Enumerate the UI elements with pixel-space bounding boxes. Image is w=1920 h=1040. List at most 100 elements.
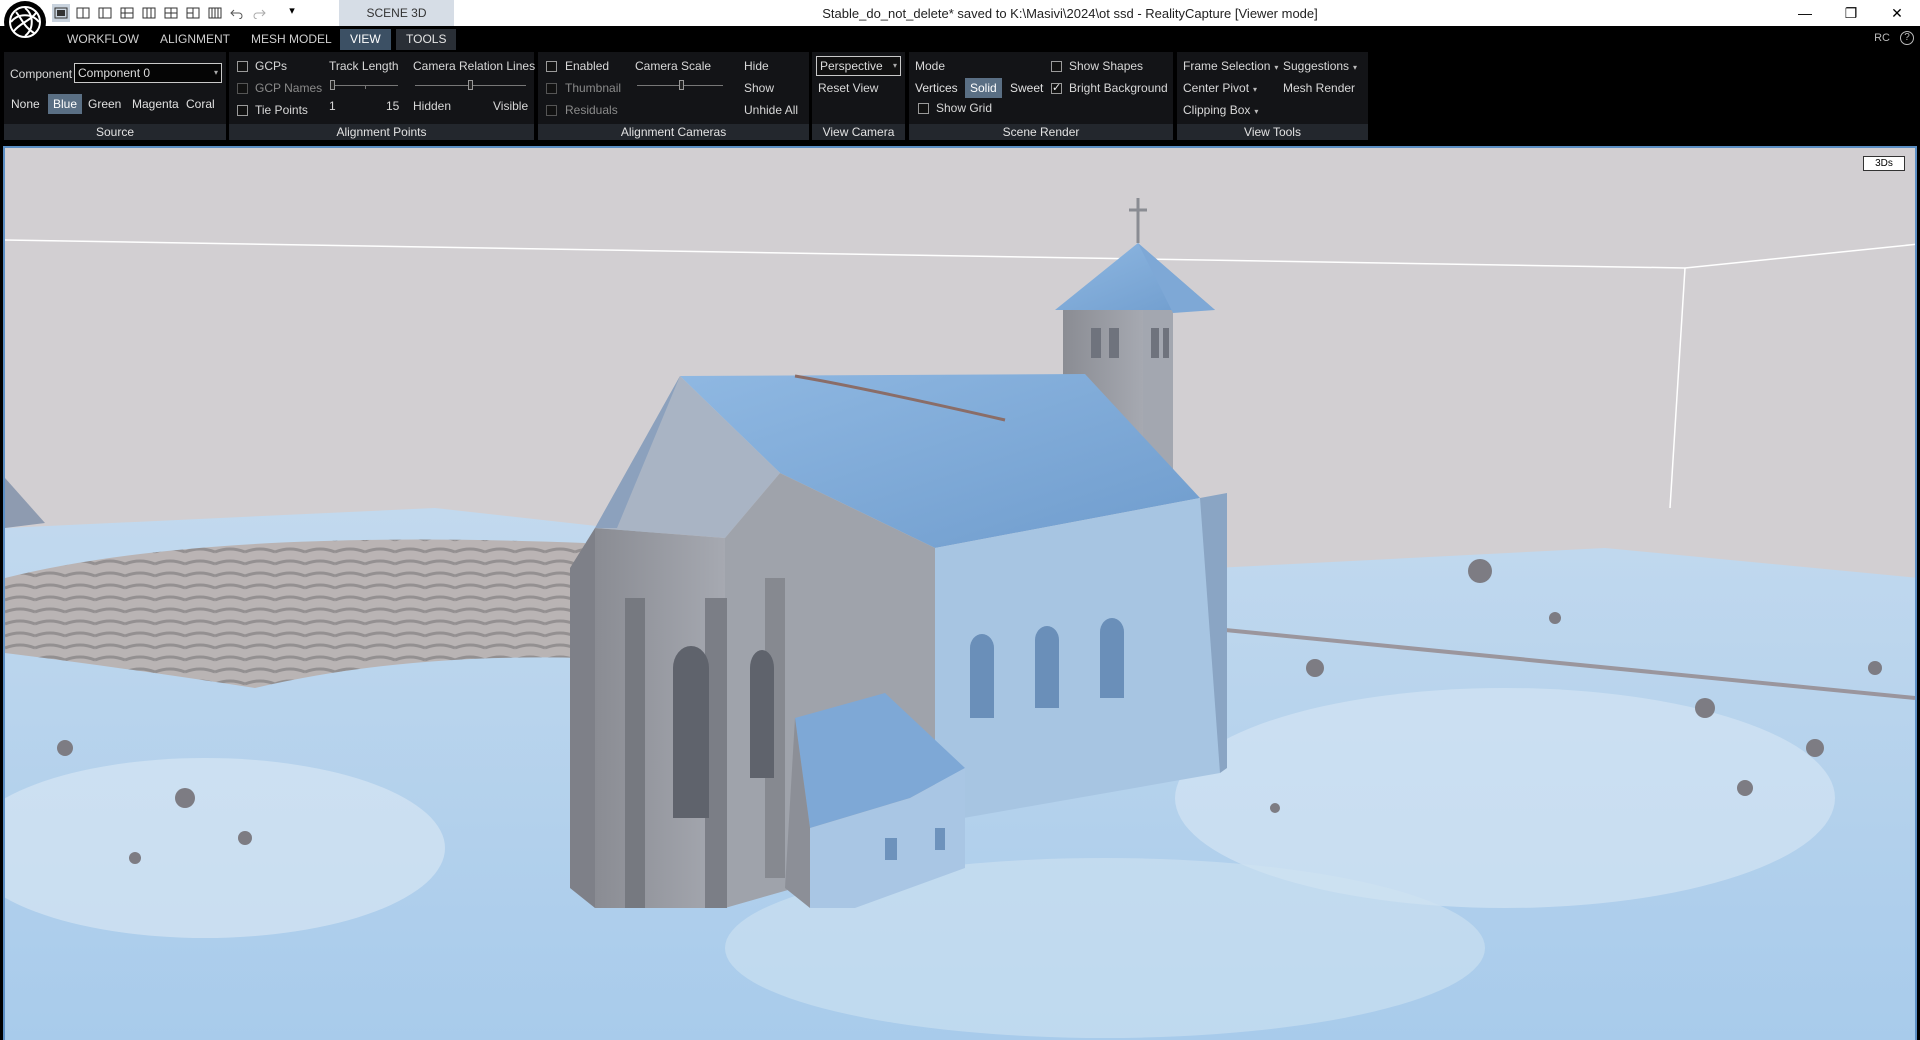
quick-access-toolbar xyxy=(52,4,268,22)
clipping-box-label: Clipping Box xyxy=(1183,103,1251,117)
color-none[interactable]: None xyxy=(6,94,45,114)
layout-6-icon[interactable] xyxy=(162,4,180,22)
app-logo-icon[interactable] xyxy=(4,1,46,43)
slider-tick xyxy=(365,86,366,89)
view-tools-group-label: View Tools xyxy=(1177,124,1368,140)
suggestions-button[interactable]: Suggestions ▾ xyxy=(1283,59,1357,73)
camera-scale-label: Camera Scale xyxy=(635,59,712,73)
relation-lines-slider-thumb[interactable] xyxy=(468,80,473,90)
layout-8-icon[interactable] xyxy=(206,4,224,22)
restore-button[interactable]: ❐ xyxy=(1828,0,1874,26)
center-pivot-label: Center Pivot xyxy=(1183,81,1250,95)
source-group-label: Source xyxy=(4,124,226,140)
view-tools-group: Frame Selection ▾ Suggestions ▾ Center Piv… xyxy=(1177,52,1368,140)
hide-button[interactable]: Hide xyxy=(744,59,769,73)
layout-5-icon[interactable] xyxy=(140,4,158,22)
bright-background-checkbox[interactable] xyxy=(1051,81,1062,94)
thumbnail-label: Thumbnail xyxy=(565,81,622,95)
enabled-checkbox[interactable] xyxy=(546,61,557,72)
alignment-points-group: GCPs GCP Names Tie Points Track Length 1… xyxy=(229,52,536,140)
bright-background-label: Bright Background xyxy=(1069,81,1168,95)
track-length-label: Track Length xyxy=(329,59,399,73)
camera-relation-lines-label: Camera Relation Lines xyxy=(413,59,536,73)
relation-visible-label: Visible xyxy=(493,99,529,113)
ribbon: Component Component 0 ▾ None Blue Green … xyxy=(0,52,1920,142)
scene-render-group: Mode Vertices Solid Sweet Show Grid Show… xyxy=(909,52,1173,140)
chevron-down-icon: ▾ xyxy=(213,68,218,77)
tie-points-label: Tie Points xyxy=(255,103,308,117)
suggestions-label: Suggestions xyxy=(1283,59,1350,73)
rc-label: RC xyxy=(1874,32,1890,44)
view-camera-group-label: View Camera xyxy=(812,124,905,140)
show-grid-label: Show Grid xyxy=(936,101,993,115)
menu-bar: WORKFLOW ALIGNMENT MESH MODEL VIEW TOOLS… xyxy=(0,26,1920,52)
component-select[interactable]: Component 0 ▾ xyxy=(74,63,222,83)
mode-sweet[interactable]: Sweet xyxy=(1005,78,1048,98)
help-icon[interactable]: ? xyxy=(1900,31,1914,45)
gcp-names-checkbox[interactable] xyxy=(237,83,248,94)
mode-solid[interactable]: Solid xyxy=(965,78,1002,98)
menu-mesh-model[interactable]: MESH MODEL xyxy=(241,29,342,50)
chevron-down-icon: ▾ xyxy=(1254,107,1259,116)
show-shapes-checkbox[interactable] xyxy=(1051,61,1062,72)
menu-workflow[interactable]: WORKFLOW xyxy=(57,29,149,50)
layout-3-icon[interactable] xyxy=(96,4,114,22)
window-controls: — ❐ ✕ xyxy=(1782,0,1920,26)
layout-1-icon[interactable] xyxy=(52,4,70,22)
menu-tools[interactable]: TOOLS xyxy=(396,29,457,50)
component-select-value: Component 0 xyxy=(78,66,151,80)
window-title: Stable_do_not_delete* saved to K:\Masivi… xyxy=(822,6,1318,21)
chevron-down-icon: ▾ xyxy=(1253,85,1258,94)
center-pivot-button[interactable]: Center Pivot ▾ xyxy=(1183,81,1257,95)
reset-view-button[interactable]: Reset View xyxy=(818,81,878,95)
residuals-label: Residuals xyxy=(565,103,618,117)
close-button[interactable]: ✕ xyxy=(1874,0,1920,26)
projection-select[interactable]: Perspective ▾ xyxy=(816,56,901,76)
layout-2-icon[interactable] xyxy=(74,4,92,22)
show-button[interactable]: Show xyxy=(744,81,774,95)
3d-viewport[interactable]: 3Ds xyxy=(3,146,1917,1040)
customize-toolbar-icon[interactable]: ▾ xyxy=(282,4,302,22)
unhide-all-button[interactable]: Unhide All xyxy=(744,103,798,117)
scene-render-group-label: Scene Render xyxy=(909,124,1173,140)
relation-hidden-label: Hidden xyxy=(413,99,452,113)
title-bar: ▾ SCENE 3D Stable_do_not_delete* saved t… xyxy=(0,0,1920,43)
chevron-down-icon: ▾ xyxy=(892,61,897,70)
gcps-label: GCPs xyxy=(255,59,288,73)
frame-selection-button[interactable]: Frame Selection ▾ xyxy=(1183,59,1278,73)
mesh-render-button[interactable]: Mesh Render xyxy=(1283,81,1355,95)
alignment-cameras-group: Enabled Thumbnail Residuals Camera Scale… xyxy=(538,52,809,140)
color-green[interactable]: Green xyxy=(83,94,126,114)
scene-3d-tab[interactable]: SCENE 3D xyxy=(339,0,454,26)
mode-label: Mode xyxy=(915,59,946,73)
residuals-checkbox[interactable] xyxy=(546,105,557,116)
source-group: Component Component 0 ▾ None Blue Green … xyxy=(4,52,226,140)
track-length-slider-thumb[interactable] xyxy=(330,80,335,90)
color-blue[interactable]: Blue xyxy=(48,94,83,114)
menu-alignment[interactable]: ALIGNMENT xyxy=(150,29,240,50)
color-magenta[interactable]: Magenta xyxy=(127,94,184,114)
mode-vertices[interactable]: Vertices xyxy=(910,78,963,98)
layout-7-icon[interactable] xyxy=(184,4,202,22)
show-grid-checkbox[interactable] xyxy=(918,103,929,114)
show-shapes-label: Show Shapes xyxy=(1069,59,1144,73)
scene-render xyxy=(5,198,1915,1040)
tie-points-checkbox[interactable] xyxy=(237,105,248,116)
camera-scale-slider-thumb[interactable] xyxy=(679,80,684,90)
projection-select-value: Perspective xyxy=(820,59,883,73)
menu-view[interactable]: VIEW xyxy=(340,29,391,50)
view-camera-group: Perspective ▾ Reset View View Camera xyxy=(812,52,905,140)
minimize-button[interactable]: — xyxy=(1782,0,1828,26)
enabled-label: Enabled xyxy=(565,59,610,73)
color-coral[interactable]: Coral xyxy=(181,94,220,114)
undo-icon[interactable] xyxy=(228,4,246,22)
chevron-down-icon: ▾ xyxy=(1353,63,1358,72)
frame-selection-label: Frame Selection xyxy=(1183,59,1271,73)
view-mode-button[interactable]: 3Ds xyxy=(1863,156,1905,171)
thumbnail-checkbox[interactable] xyxy=(546,83,557,94)
gcps-checkbox[interactable] xyxy=(237,61,248,72)
redo-icon[interactable] xyxy=(250,4,268,22)
layout-4-icon[interactable] xyxy=(118,4,136,22)
clipping-box-button[interactable]: Clipping Box ▾ xyxy=(1183,103,1258,117)
track-length-min: 1 xyxy=(329,99,336,113)
